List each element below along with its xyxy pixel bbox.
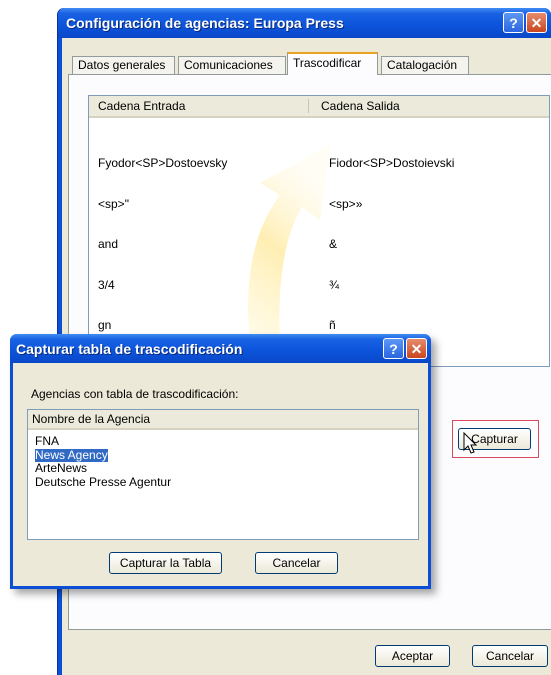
list-item[interactable]: <sp>» xyxy=(329,197,454,212)
agencies-label: Agencias con tabla de trascodificación: xyxy=(31,387,239,401)
close-icon[interactable]: ✕ xyxy=(406,338,427,359)
list-item[interactable]: gn xyxy=(98,318,227,333)
list-item[interactable]: & xyxy=(329,237,454,252)
list-header: Cadena Entrada Cadena Salida xyxy=(89,96,549,118)
list-item-selected[interactable]: News Agency xyxy=(35,448,108,462)
cancel-button[interactable]: Cancelar xyxy=(472,645,548,667)
capture-table-button[interactable]: Capturar la Tabla xyxy=(109,552,222,574)
list-item[interactable]: ñ xyxy=(329,318,454,333)
agency-rows: FNA News Agency ArteNews Deutsche Presse… xyxy=(33,434,173,490)
dialog-cancel-button[interactable]: Cancelar xyxy=(255,552,338,574)
list-item[interactable]: Deutsche Presse Agentur xyxy=(33,475,173,490)
list-item[interactable]: and xyxy=(98,237,227,252)
dialog-titlebar[interactable]: Capturar tabla de trascodificación ? ✕ xyxy=(10,334,431,363)
list-item[interactable]: 3/4 xyxy=(98,278,227,293)
main-window-title: Configuración de agencias: Europa Press xyxy=(66,15,344,31)
list-item[interactable]: FNA xyxy=(33,434,173,449)
ok-button[interactable]: Aceptar xyxy=(375,645,450,667)
column-header-output[interactable]: Cadena Salida xyxy=(321,99,400,113)
close-icon[interactable]: ✕ xyxy=(526,12,547,33)
tab-trascodificar[interactable]: Trascodificar xyxy=(287,52,378,75)
list-item[interactable]: ¾ xyxy=(329,278,454,293)
list-item[interactable]: Fiodor<SP>Dostoievski xyxy=(329,156,454,171)
column-header-input[interactable]: Cadena Entrada xyxy=(98,99,185,113)
list-item[interactable]: ArteNews xyxy=(33,461,173,476)
column-header-agency-name[interactable]: Nombre de la Agencia xyxy=(32,412,150,426)
help-icon[interactable]: ? xyxy=(503,12,524,33)
main-titlebar[interactable]: Configuración de agencias: Europa Press … xyxy=(58,8,551,38)
capture-dialog: Capturar tabla de trascodificación ? ✕ A… xyxy=(10,334,431,589)
list-header: Nombre de la Agencia xyxy=(28,410,418,430)
transcoding-list[interactable]: Cadena Entrada Cadena Salida Fyodor<SP>D… xyxy=(88,95,550,413)
dialog-client-area: Agencias con tabla de trascodificación: … xyxy=(13,363,428,586)
tab-comunicaciones[interactable]: Comunicaciones xyxy=(178,56,286,74)
dialog-title: Capturar tabla de trascodificación xyxy=(16,341,243,357)
list-item[interactable]: <sp>" xyxy=(98,197,227,212)
mouse-cursor-icon xyxy=(463,432,478,454)
tab-datos-generales[interactable]: Datos generales xyxy=(72,56,175,74)
list-item[interactable]: Fyodor<SP>Dostoevsky xyxy=(98,156,227,171)
tab-catalogacion[interactable]: Catalogación xyxy=(381,56,469,74)
agency-list[interactable]: Nombre de la Agencia FNA News Agency Art… xyxy=(27,409,419,540)
tab-strip: Datos generales Comunicaciones Trascodif… xyxy=(72,52,551,75)
column-separator[interactable] xyxy=(308,99,309,113)
help-icon[interactable]: ? xyxy=(383,338,404,359)
